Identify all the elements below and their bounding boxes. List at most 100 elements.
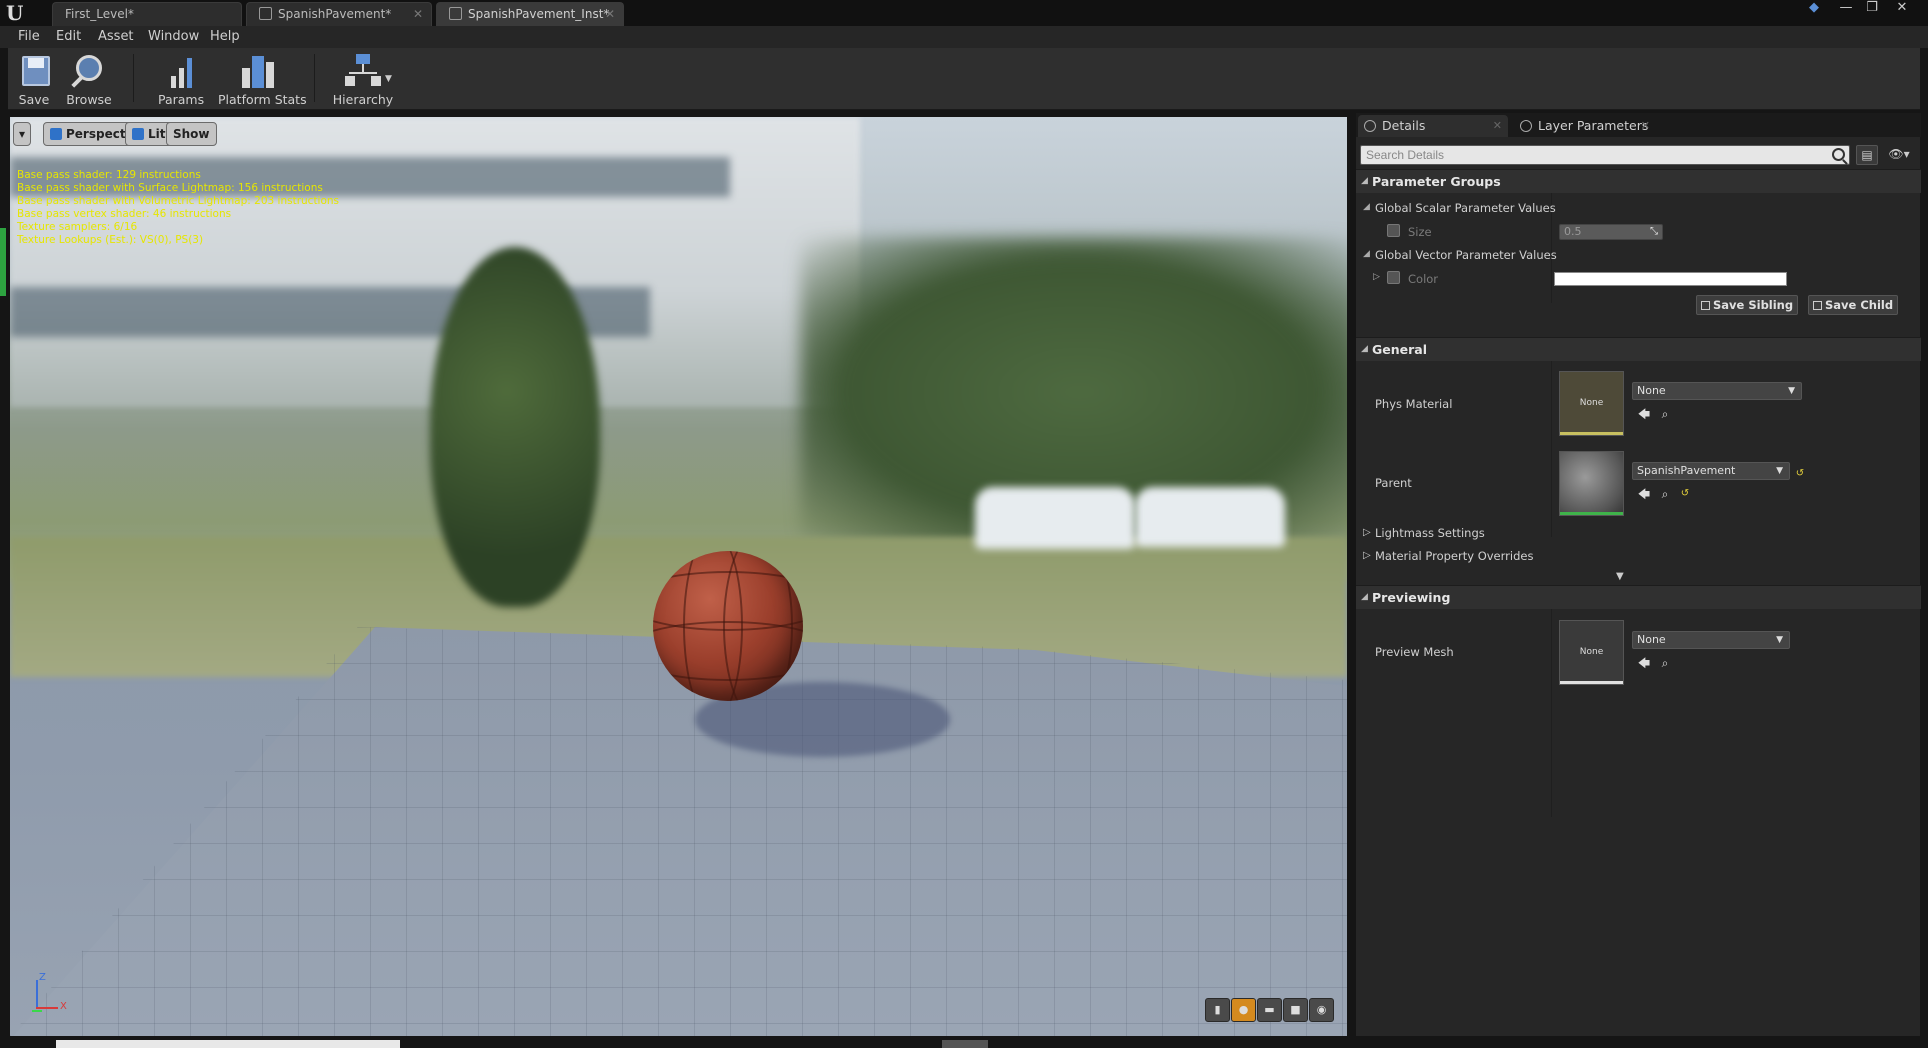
drag-icon: ⤡ [1650,226,1658,237]
color-override-checkbox[interactable] [1387,271,1400,284]
search-input[interactable] [1361,146,1849,164]
collapse-arrow-icon: ◢ [1363,202,1370,212]
tab-label: SpanishPavement* [278,7,392,21]
lit-icon [132,128,144,140]
collapse-arrow-icon: ◢ [1361,592,1368,602]
reset-to-default-icon[interactable]: ↺ [1793,467,1807,481]
menu-edit[interactable]: Edit [56,28,81,46]
plane-preview-icon[interactable]: ▬ [1257,998,1282,1022]
vector-group-label: Global Vector Parameter Values [1375,248,1557,262]
accent-bar [0,228,6,296]
material-icon [259,7,272,20]
size-override-checkbox[interactable] [1387,224,1400,237]
stat-line: Base pass shader with Volumetric Lightma… [17,195,340,207]
layer-parameters-icon [1520,120,1532,132]
restore-icon[interactable]: ❐ [1860,0,1884,18]
stat-line: Base pass shader: 129 instructions [17,169,201,181]
minimize-icon[interactable]: — [1834,0,1858,18]
tab-first-level[interactable]: First_Level* [52,2,242,26]
chevron-down-icon: ▼ [1776,635,1783,645]
save-icon [1813,301,1822,310]
browse-button[interactable]: Browse [66,52,112,108]
section-parameter-groups[interactable]: ◢ Parameter Groups [1356,169,1921,193]
browse-magnifier-icon[interactable]: ⌕ [1658,487,1672,501]
close-window-icon[interactable]: ✕ [1890,0,1914,18]
parent-material-thumbnail[interactable] [1559,451,1624,516]
notification-icon[interactable]: ◆ [1802,0,1826,18]
expand-arrow-icon: ▷ [1363,550,1371,561]
advanced-expand-icon[interactable]: ▼ [1616,571,1624,582]
stat-line: Texture Lookups (Est.): VS(0), PS(3) [17,234,204,246]
hierarchy-dropdown-icon[interactable]: ▼ [385,74,392,84]
platform-stats-icon [238,52,278,90]
column-divider [1551,609,1552,817]
menu-window[interactable]: Window [148,28,199,46]
phys-material-combo[interactable]: None ▼ [1632,382,1802,400]
section-general[interactable]: ◢ General [1356,337,1921,361]
save-button[interactable]: Save [16,52,52,108]
tab-label: SpanishPavement_Inst* [468,7,610,21]
expand-arrow-icon: ▷ [1363,527,1371,538]
save-icon [1701,301,1710,310]
close-icon[interactable]: ✕ [413,3,423,25]
scrollbar-thumb[interactable] [942,1040,988,1048]
color-swatch[interactable] [1554,272,1787,286]
menu-asset[interactable]: Asset [98,28,134,46]
use-selected-arrow-icon[interactable]: 🡄 [1637,407,1651,421]
background-car [975,487,1135,549]
tab-spanish-pavement-inst[interactable]: SpanishPavement_Inst* ✕ [436,2,624,26]
browse-magnifier-icon[interactable]: ⌕ [1658,407,1672,421]
save-sibling-button[interactable]: Save Sibling [1696,295,1798,315]
cube-preview-icon[interactable]: ■ [1283,998,1308,1022]
scalar-group-label: Global Scalar Parameter Values [1375,201,1556,215]
chevron-down-icon: ▼ [1776,466,1783,476]
hierarchy-icon [343,52,383,90]
platform-stats-button[interactable]: Platform Stats [218,52,307,108]
collapse-arrow-icon: ◢ [1361,176,1368,186]
background-car [1135,487,1285,547]
browse-magnifier-icon[interactable]: ⌕ [1658,656,1672,670]
phys-material-thumbnail[interactable]: None [1559,371,1624,436]
toolbar-divider [133,54,134,102]
show-button[interactable]: Show [166,122,217,146]
use-selected-arrow-icon[interactable]: 🡄 [1637,487,1651,501]
property-matrix-icon[interactable]: ▤ [1856,145,1878,165]
tab-layer-parameters[interactable]: Layer Parameters ✕ [1514,115,1656,137]
sphere-preview-icon[interactable]: ● [1231,998,1256,1022]
material-property-overrides-label: Material Property Overrides [1375,549,1534,563]
viewport-options-button[interactable]: ▾ [13,122,31,146]
collapse-arrow-icon: ◢ [1363,249,1370,259]
expand-arrow-icon[interactable]: ▷ [1373,272,1380,282]
custom-mesh-preview-icon[interactable]: ◉ [1309,998,1334,1022]
close-icon[interactable]: ✕ [605,3,615,25]
viewport[interactable]: ▾ Perspective Lit Show Base pass shader:… [10,117,1347,1036]
menu-file[interactable]: File [18,28,40,46]
details-icon [1364,120,1376,132]
use-selected-arrow-icon[interactable]: 🡄 [1637,656,1651,670]
tab-spanish-pavement[interactable]: SpanishPavement* ✕ [246,2,432,26]
tab-details[interactable]: Details ✕ [1358,115,1508,137]
reset-to-default-icon[interactable]: ↺ [1678,487,1692,501]
view-options-eye-icon[interactable]: 👁▾ [1884,145,1914,165]
preview-mesh-thumbnail[interactable]: None [1559,620,1624,685]
parent-combo[interactable]: SpanishPavement ▼ [1632,462,1790,480]
section-previewing[interactable]: ◢ Previewing [1356,585,1921,609]
search-details [1360,145,1850,165]
horizontal-scrollbar[interactable] [56,1040,400,1048]
preview-grid [10,627,1347,1036]
details-panel: Details ✕ Layer Parameters ✕ ▤ 👁▾ ◢ Para… [1355,113,1921,1036]
params-button[interactable]: Params [158,52,204,108]
cylinder-preview-icon[interactable]: ▮ [1205,998,1230,1022]
preview-mesh-label: Preview Mesh [1375,645,1454,659]
size-value-field[interactable]: 0.5 ⤡ [1559,224,1663,240]
toolbar: Save Browse Params Platform Stats Hierar… [8,48,1920,110]
phys-material-label: Phys Material [1375,397,1453,411]
preview-mesh-combo[interactable]: None ▼ [1632,631,1790,649]
search-icon[interactable] [1832,148,1845,161]
size-label: Size [1408,225,1432,239]
axis-x-label: X [60,1001,67,1012]
close-icon[interactable]: ✕ [1493,115,1502,137]
menu-help[interactable]: Help [210,28,240,46]
close-icon[interactable]: ✕ [1641,115,1650,137]
save-child-button[interactable]: Save Child [1808,295,1898,315]
